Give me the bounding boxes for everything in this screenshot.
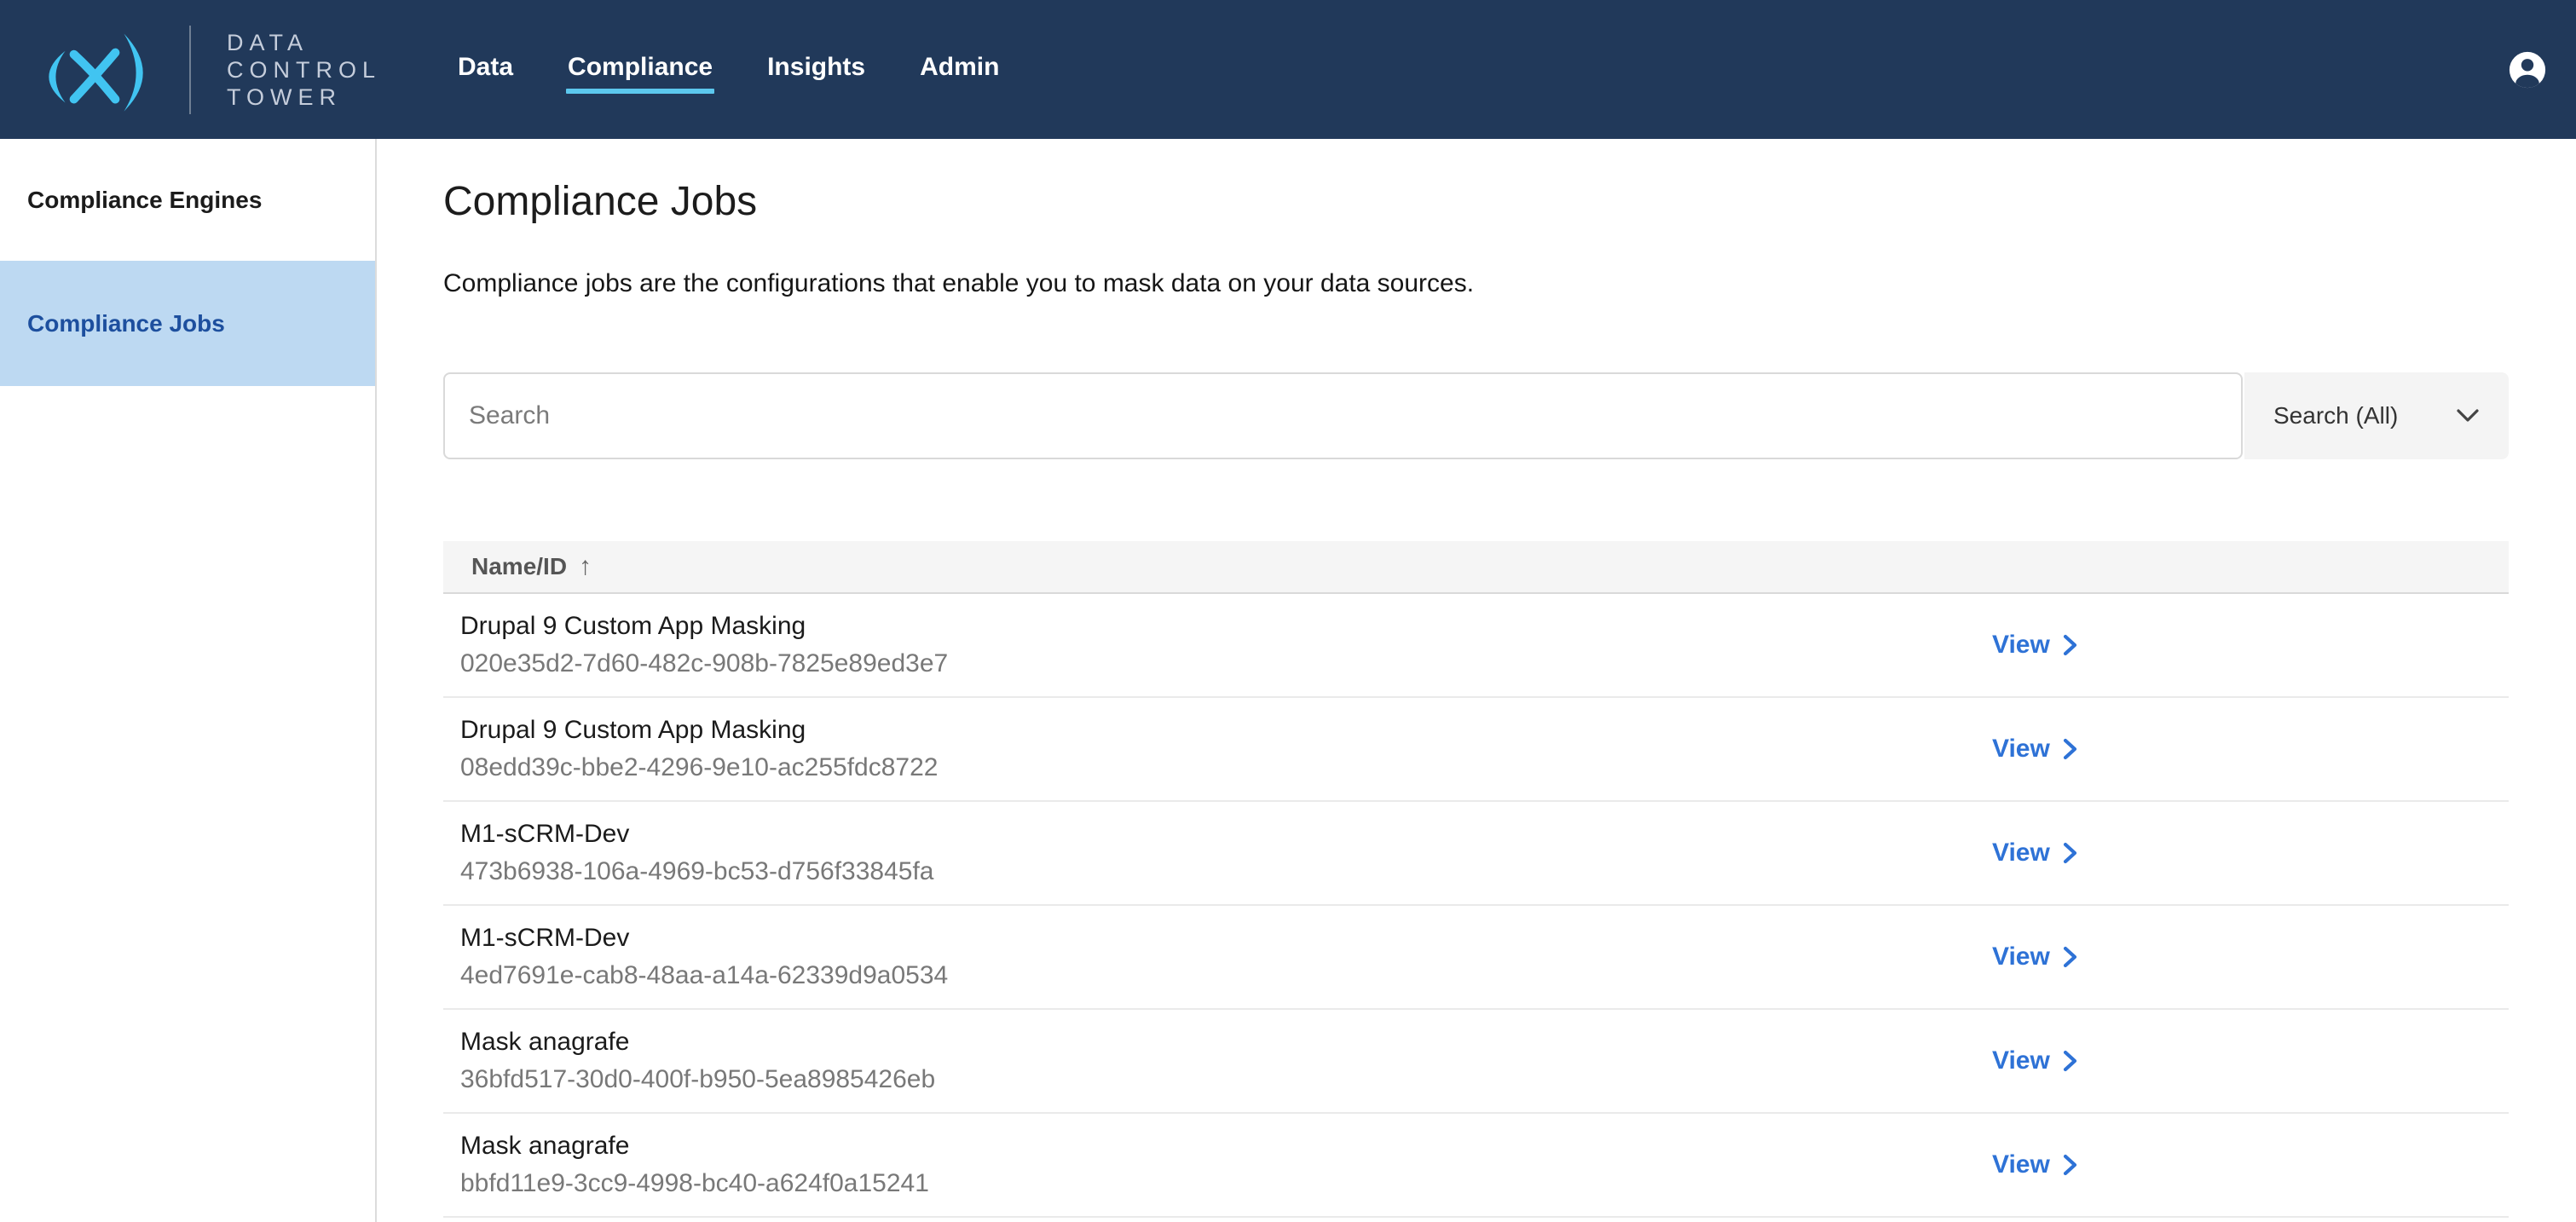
- action-cell: View: [1992, 631, 2509, 660]
- main-content: Compliance Jobs Compliance jobs are the …: [377, 139, 2576, 1222]
- table-row: Mask anagrafe 36bfd517-30d0-400f-b950-5e…: [443, 1010, 2509, 1114]
- column-header-label: Name/ID: [471, 553, 567, 580]
- app-logo: DATA CONTROL TOWER: [26, 26, 381, 114]
- nav-item-insights[interactable]: Insights: [765, 46, 867, 94]
- name-id-cell: Drupal 9 Custom App Masking 08edd39c-bbe…: [443, 716, 1992, 782]
- sidebar-item-compliance-engines[interactable]: Compliance Engines: [0, 139, 375, 261]
- chevron-right-icon: [2062, 737, 2079, 761]
- main-nav: Data Compliance Insights Admin: [456, 0, 1001, 139]
- name-id-cell: Mask anagrafe bbfd11e9-3cc9-4998-bc40-a6…: [443, 1132, 1992, 1198]
- top-navigation-bar: DATA CONTROL TOWER Data Compliance Insig…: [0, 0, 2576, 139]
- job-id: 4ed7691e-cab8-48aa-a14a-62339d9a0534: [460, 961, 1992, 990]
- job-name: M1-sCRM-Dev: [460, 924, 1992, 953]
- page-title: Compliance Jobs: [443, 178, 2509, 226]
- job-name: Mask anagrafe: [460, 1132, 1992, 1161]
- brand-line-1: DATA: [227, 29, 381, 56]
- view-link[interactable]: View: [1992, 631, 2079, 660]
- chevron-right-icon: [2062, 841, 2079, 865]
- column-header-name-id[interactable]: Name/ID ↑: [443, 541, 2509, 594]
- table-row: Mask anagrafe bbfd11e9-3cc9-4998-bc40-a6…: [443, 1114, 2509, 1218]
- nav-item-compliance[interactable]: Compliance: [566, 46, 714, 94]
- job-id: 473b6938-106a-4969-bc53-d756f33845fa: [460, 857, 1992, 886]
- nav-item-admin[interactable]: Admin: [918, 46, 1001, 94]
- action-cell: View: [1992, 735, 2509, 764]
- action-cell: View: [1992, 1046, 2509, 1075]
- name-id-cell: M1-sCRM-Dev 4ed7691e-cab8-48aa-a14a-6233…: [443, 924, 1992, 990]
- action-cell: View: [1992, 839, 2509, 868]
- sidebar-item-label: Compliance Jobs: [27, 310, 225, 337]
- brand-infinity-x-icon: [26, 26, 164, 114]
- sidebar-item-compliance-jobs[interactable]: Compliance Jobs: [0, 261, 375, 386]
- nav-item-data[interactable]: Data: [456, 46, 515, 94]
- action-cell: View: [1992, 942, 2509, 971]
- view-label: View: [1992, 1046, 2050, 1075]
- view-label: View: [1992, 1150, 2050, 1179]
- search-scope-dropdown[interactable]: Search (All): [2244, 372, 2509, 459]
- job-name: Drupal 9 Custom App Masking: [460, 716, 1992, 745]
- name-id-cell: Mask anagrafe 36bfd517-30d0-400f-b950-5e…: [443, 1028, 1992, 1094]
- job-name: Drupal 9 Custom App Masking: [460, 612, 1992, 641]
- chevron-right-icon: [2062, 945, 2079, 969]
- job-id: 36bfd517-30d0-400f-b950-5ea8985426eb: [460, 1065, 1992, 1094]
- sort-ascending-icon: ↑: [579, 552, 592, 581]
- compliance-jobs-table: Name/ID ↑ Drupal 9 Custom App Masking 02…: [443, 541, 2509, 1218]
- sidebar-item-label: Compliance Engines: [27, 187, 262, 214]
- job-id: 08edd39c-bbe2-4296-9e10-ac255fdc8722: [460, 753, 1992, 782]
- job-name: M1-sCRM-Dev: [460, 820, 1992, 849]
- name-id-cell: M1-sCRM-Dev 473b6938-106a-4969-bc53-d756…: [443, 820, 1992, 886]
- view-label: View: [1992, 942, 2050, 971]
- view-label: View: [1992, 735, 2050, 764]
- table-row: Drupal 9 Custom App Masking 020e35d2-7d6…: [443, 594, 2509, 698]
- job-id: bbfd11e9-3cc9-4998-bc40-a624f0a15241: [460, 1169, 1992, 1198]
- chevron-right-icon: [2062, 633, 2079, 657]
- job-id: 020e35d2-7d60-482c-908b-7825e89ed3e7: [460, 649, 1992, 678]
- view-label: View: [1992, 631, 2050, 660]
- job-name: Mask anagrafe: [460, 1028, 1992, 1057]
- view-label: View: [1992, 839, 2050, 868]
- chevron-right-icon: [2062, 1049, 2079, 1073]
- brand-line-2: CONTROL: [227, 56, 381, 84]
- action-cell: View: [1992, 1150, 2509, 1179]
- search-scope-label: Search (All): [2273, 402, 2398, 429]
- view-link[interactable]: View: [1992, 839, 2079, 868]
- brand-wordmark: DATA CONTROL TOWER: [227, 29, 381, 111]
- chevron-down-icon: [2456, 408, 2480, 424]
- brand-line-3: TOWER: [227, 84, 381, 111]
- chevron-right-icon: [2062, 1153, 2079, 1177]
- search-bar: Search (All): [443, 372, 2509, 459]
- table-row: M1-sCRM-Dev 4ed7691e-cab8-48aa-a14a-6233…: [443, 906, 2509, 1010]
- table-row: Drupal 9 Custom App Masking 08edd39c-bbe…: [443, 698, 2509, 802]
- compliance-sidebar: Compliance Engines Compliance Jobs: [0, 139, 377, 1222]
- view-link[interactable]: View: [1992, 1046, 2079, 1075]
- name-id-cell: Drupal 9 Custom App Masking 020e35d2-7d6…: [443, 612, 1992, 678]
- view-link[interactable]: View: [1992, 942, 2079, 971]
- view-link[interactable]: View: [1992, 735, 2079, 764]
- search-input[interactable]: [443, 372, 2243, 459]
- view-link[interactable]: View: [1992, 1150, 2079, 1179]
- table-row: M1-sCRM-Dev 473b6938-106a-4969-bc53-d756…: [443, 802, 2509, 906]
- page-description: Compliance jobs are the configurations t…: [443, 268, 2509, 299]
- user-avatar-icon[interactable]: [2508, 50, 2547, 89]
- logo-divider: [189, 26, 191, 114]
